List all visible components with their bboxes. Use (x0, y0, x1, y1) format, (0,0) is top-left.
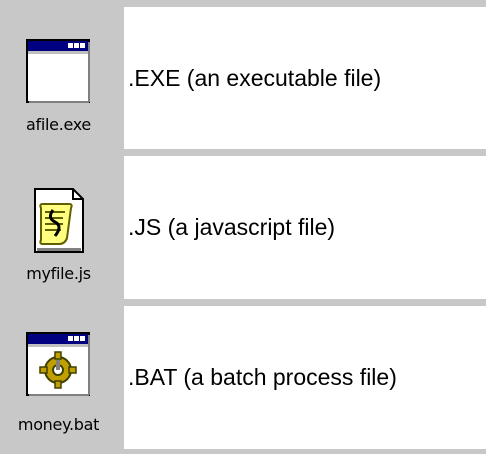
executable-window-icon (25, 39, 92, 110)
description-cell: .JS (a javascript file) (124, 156, 486, 299)
batch-gear-icon (25, 332, 92, 403)
file-name: myfile.js (26, 264, 91, 283)
table-row: money.bat .BAT (a batch process file) (0, 306, 486, 449)
description-cell: .EXE (an executable file) (124, 7, 486, 149)
file-name: afile.exe (26, 115, 91, 134)
file-type-description: .JS (a javascript file) (128, 214, 336, 240)
icon-cell: myfile.js (0, 156, 117, 299)
file-type-description: .EXE (an executable file) (128, 64, 382, 91)
script-scroll-icon (33, 188, 85, 259)
icon-cell: afile.exe (0, 7, 117, 149)
table-row: afile.exe .EXE (an executable file) (0, 7, 486, 149)
file-extension-table: afile.exe .EXE (an executable file) myfi… (0, 0, 486, 454)
file-name: money.bat (17, 415, 100, 434)
file-type-description: .BAT (a batch process file) (128, 364, 397, 390)
icon-cell: money.bat (0, 306, 117, 449)
description-cell: .BAT (a batch process file) (124, 306, 486, 449)
table-row: myfile.js .JS (a javascript file) (0, 156, 486, 299)
